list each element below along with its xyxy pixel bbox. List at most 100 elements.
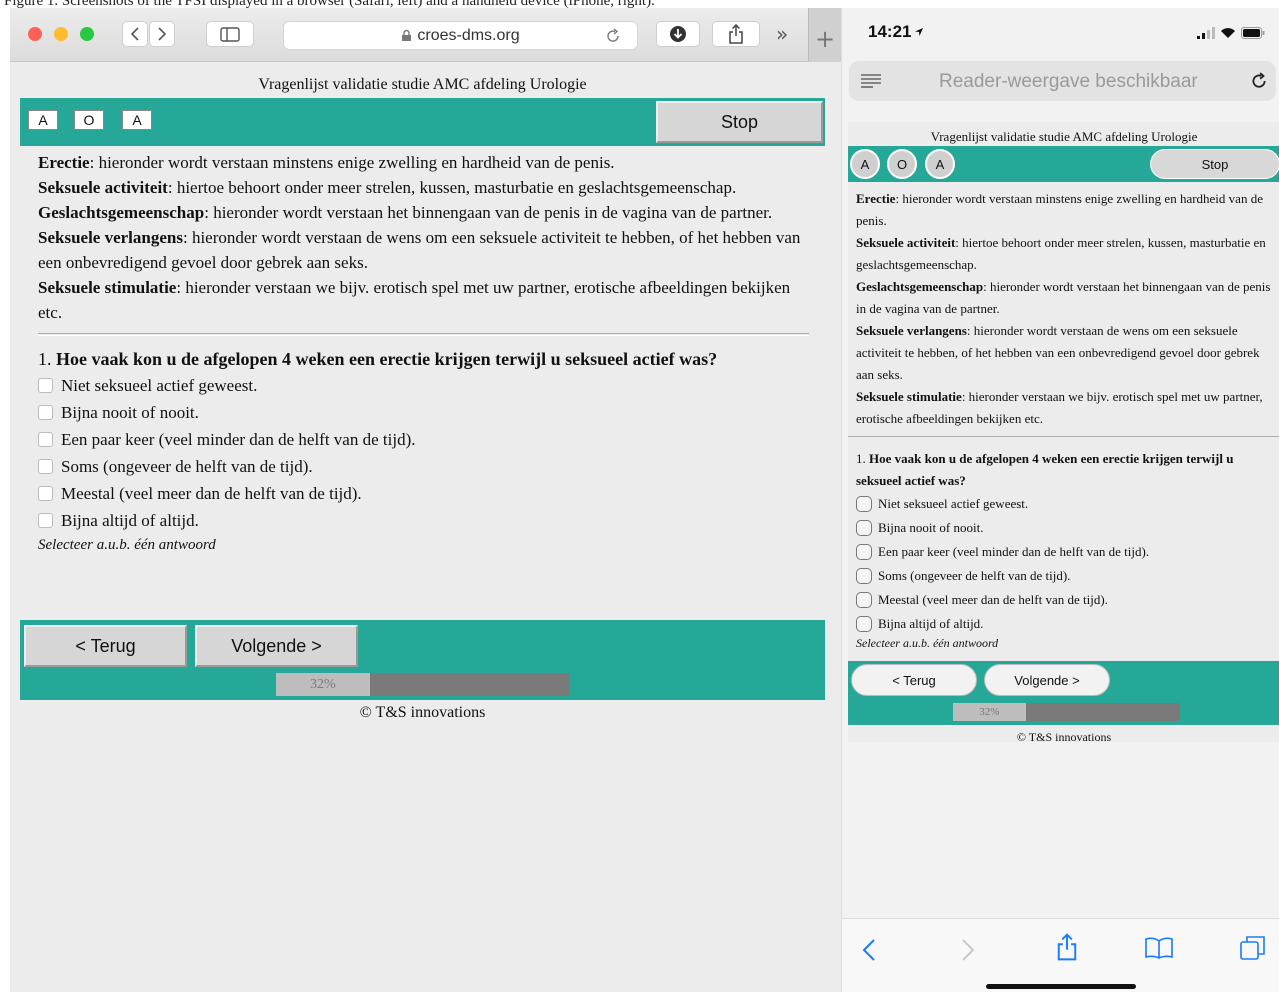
minimize-icon[interactable]	[54, 27, 68, 41]
reader-hint-text: Reader-weergave beschikbaar	[939, 71, 1198, 92]
download-icon	[670, 26, 686, 42]
overflow-icon[interactable]: »	[776, 22, 788, 46]
option-5[interactable]: Bijna altijd of altijd.	[38, 507, 809, 534]
option-checkbox[interactable]	[856, 544, 872, 560]
questionnaire-content: Erectie: hieronder wordt verstaan minste…	[20, 146, 825, 620]
close-icon[interactable]	[28, 27, 42, 41]
definition-geslachtsgemeenschap: Geslachtsgemeenschap: hieronder wordt ve…	[856, 279, 1271, 316]
sidebar-button[interactable]	[206, 21, 254, 47]
stop-button[interactable]: Stop	[656, 101, 823, 143]
address-bar[interactable]: croes-dms.org	[283, 21, 638, 50]
option-3[interactable]: Soms (ongeveer de helft van de tijd).	[38, 453, 809, 480]
font-size-button-a-large[interactable]: A	[925, 149, 955, 179]
option-checkbox[interactable]	[38, 405, 53, 420]
option-checkbox[interactable]	[38, 486, 53, 501]
safari-toolbar: croes-dms.org » +	[10, 8, 841, 62]
option-checkbox[interactable]	[856, 616, 872, 632]
font-size-button-o[interactable]: O	[74, 110, 104, 130]
question: 1. Hoe vaak kon u de afgelopen 4 weken e…	[856, 451, 1234, 488]
next-button[interactable]: Volgende >	[984, 664, 1110, 696]
option-4[interactable]: Meestal (veel meer dan de helft van de t…	[38, 480, 809, 507]
definition-seksuele-activiteit: Seksuele activiteit: hiertoe behoort ond…	[856, 235, 1266, 272]
option-2[interactable]: Een paar keer (veel minder dan de helft …	[856, 540, 1274, 564]
new-tab-icon[interactable]: +	[808, 8, 841, 62]
forward-button[interactable]	[149, 21, 175, 47]
option-checkbox[interactable]	[856, 568, 872, 584]
status-time: 14:21	[868, 22, 924, 42]
sidebar-icon	[220, 26, 240, 42]
phone-page: Vragenlijst validatie studie AMC afdelin…	[848, 122, 1279, 744]
footer-copyright: © T&S innovations	[359, 704, 486, 721]
top-control-bar: A O A Stop	[848, 146, 1279, 182]
option-4[interactable]: Meestal (veel meer dan de helft van de t…	[856, 588, 1274, 612]
iphone-safari: 14:21 Reader-weergave beschikbaar Vragen…	[841, 8, 1279, 992]
question: 1. Hoe vaak kon u de afgelopen 4 weken e…	[38, 349, 718, 369]
option-checkbox[interactable]	[856, 592, 872, 608]
font-size-button-a[interactable]: A	[28, 110, 58, 130]
answer-hint: Selecteer a.u.b. één antwoord	[38, 537, 216, 553]
option-checkbox[interactable]	[38, 378, 53, 393]
font-size-button-a[interactable]: A	[850, 149, 880, 179]
definition-erectie: Erectie: hieronder wordt verstaan minste…	[856, 191, 1263, 228]
questionnaire-content: Erectie: hieronder wordt verstaan minste…	[848, 184, 1279, 651]
option-0[interactable]: Niet seksueel actief geweest.	[856, 492, 1274, 516]
share-icon	[729, 24, 743, 44]
footer-copyright: © T&S innovations	[1016, 730, 1112, 744]
downloads-button[interactable]	[656, 21, 700, 47]
reader-address-bar[interactable]: Reader-weergave beschikbaar	[849, 61, 1276, 101]
location-arrow-icon	[915, 28, 924, 36]
stop-button[interactable]: Stop	[1150, 149, 1279, 179]
next-button[interactable]: Volgende >	[195, 625, 358, 667]
font-size-button-o[interactable]: O	[887, 149, 917, 179]
divider	[38, 333, 809, 336]
desktop-page: Vragenlijst validatie studie AMC afdelin…	[10, 63, 841, 992]
progress-fill: 32%	[276, 673, 370, 696]
definition-seksuele-verlangens: Seksuele verlangens: hieronder wordt ver…	[38, 228, 801, 272]
divider	[848, 436, 1279, 438]
font-size-button-a-large[interactable]: A	[122, 110, 152, 130]
answer-hint: Selecteer a.u.b. één antwoord	[856, 636, 999, 650]
bottom-nav-bar: < Terug Volgende > 32%	[20, 620, 825, 700]
definition-seksuele-stimulatie: Seksuele stimulatie: hieronder verstaan …	[38, 278, 791, 322]
reload-icon[interactable]	[1250, 72, 1268, 90]
option-checkbox[interactable]	[38, 513, 53, 528]
maximize-icon[interactable]	[80, 27, 94, 41]
option-checkbox[interactable]	[38, 459, 53, 474]
battery-icon	[1241, 27, 1265, 39]
tabs-icon[interactable]	[1240, 935, 1266, 961]
reader-icon[interactable]	[861, 74, 881, 88]
option-0[interactable]: Niet seksueel actief geweest.	[38, 372, 809, 399]
back-button[interactable]: < Terug	[851, 664, 977, 696]
page-title: Vragenlijst validatie studie AMC afdelin…	[930, 129, 1198, 144]
definition-seksuele-verlangens: Seksuele verlangens: hieronder wordt ver…	[856, 323, 1260, 382]
reload-icon[interactable]	[605, 27, 621, 44]
back-chevron-icon[interactable]	[862, 939, 876, 961]
share-icon[interactable]	[1056, 933, 1078, 961]
progress-bar: 32%	[276, 673, 569, 696]
lock-icon	[402, 29, 412, 41]
desktop-safari-window: croes-dms.org » + Vragenlijst validatie …	[10, 8, 841, 992]
forward-chevron-icon	[158, 27, 167, 41]
bookmarks-icon[interactable]	[1145, 937, 1173, 959]
option-checkbox[interactable]	[856, 496, 872, 512]
option-2[interactable]: Een paar keer (veel minder dan de helft …	[38, 426, 809, 453]
safari-bottom-toolbar	[842, 918, 1279, 992]
option-5[interactable]: Bijna altijd of altijd.	[856, 612, 1274, 636]
wifi-icon	[1221, 28, 1235, 38]
option-checkbox[interactable]	[38, 432, 53, 447]
back-button[interactable]: < Terug	[24, 625, 187, 667]
home-indicator	[986, 984, 1136, 989]
back-chevron-icon	[130, 27, 139, 41]
option-3[interactable]: Soms (ongeveer de helft van de tijd).	[856, 564, 1274, 588]
option-1[interactable]: Bijna nooit of nooit.	[38, 399, 809, 426]
top-control-bar: A O A Stop	[20, 98, 825, 146]
option-1[interactable]: Bijna nooit of nooit.	[856, 516, 1274, 540]
figure-caption: Figure 1. Screenshots of the TFSI displa…	[4, 0, 655, 8]
definition-erectie: Erectie: hieronder wordt verstaan minste…	[38, 153, 615, 172]
progress-bar: 32%	[953, 703, 1180, 721]
share-button[interactable]	[712, 21, 760, 47]
forward-chevron-icon[interactable]	[961, 939, 975, 961]
back-button[interactable]	[122, 21, 148, 47]
option-checkbox[interactable]	[856, 520, 872, 536]
bottom-nav-bar: < Terug Volgende > 32%	[848, 661, 1279, 725]
